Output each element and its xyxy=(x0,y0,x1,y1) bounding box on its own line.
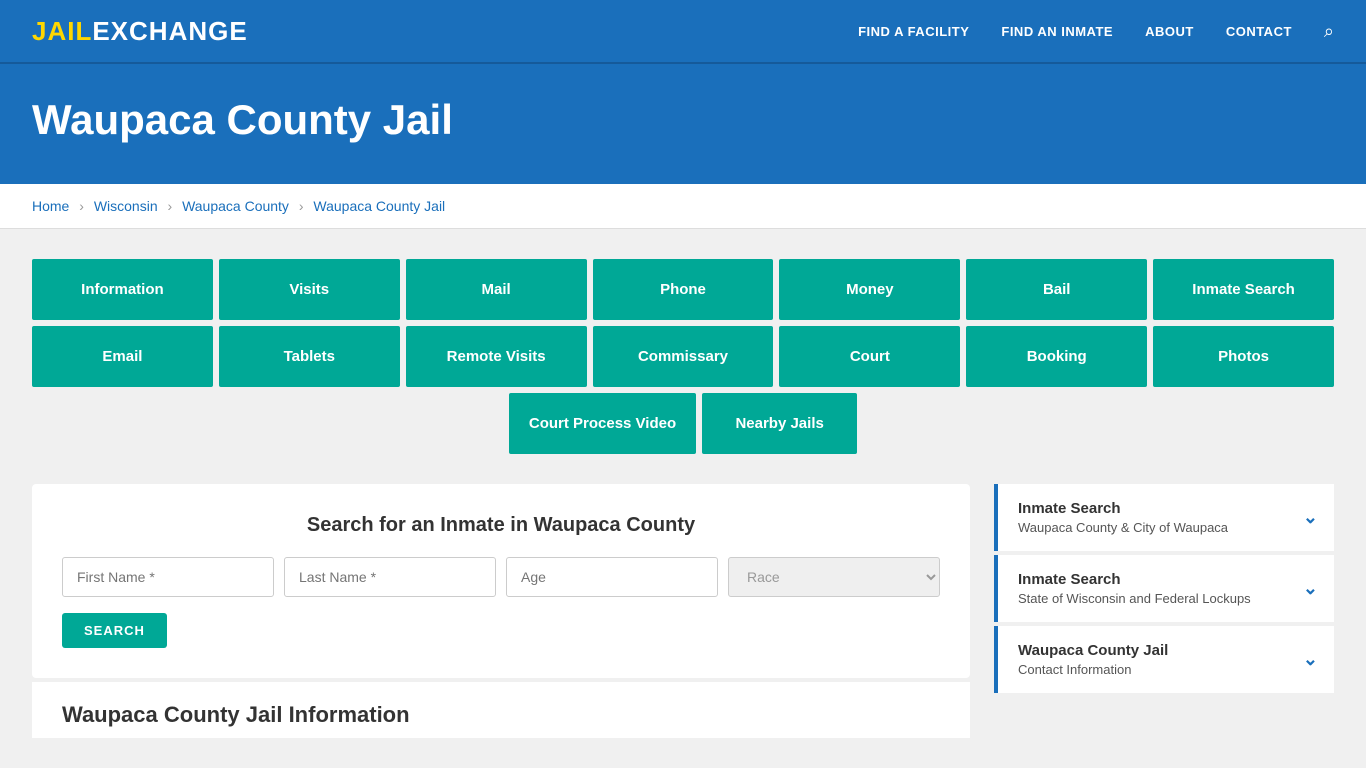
left-column: Search for an Inmate in Waupaca County R… xyxy=(32,484,970,738)
breadcrumb-waupaca-county[interactable]: Waupaca County xyxy=(182,198,289,214)
sidebar-item-1-subtitle: State of Wisconsin and Federal Lockups xyxy=(1018,591,1251,606)
inmate-info-section: Waupaca County Jail Information xyxy=(32,682,970,738)
breadcrumb-sep2: › xyxy=(168,198,173,214)
btn-court[interactable]: Court xyxy=(779,326,960,387)
breadcrumb-sep1: › xyxy=(79,198,84,214)
logo[interactable]: JAILEXCHANGE xyxy=(32,16,248,47)
btn-mail[interactable]: Mail xyxy=(406,259,587,320)
btn-visits[interactable]: Visits xyxy=(219,259,400,320)
btn-booking[interactable]: Booking xyxy=(966,326,1147,387)
btn-email[interactable]: Email xyxy=(32,326,213,387)
sidebar-item-1-title: Inmate Search xyxy=(1018,571,1251,588)
breadcrumb-waupaca-jail[interactable]: Waupaca County Jail xyxy=(313,198,445,214)
btn-commissary[interactable]: Commissary xyxy=(593,326,774,387)
logo-part1: JAIL xyxy=(32,16,92,46)
breadcrumb-wisconsin[interactable]: Wisconsin xyxy=(94,198,158,214)
sidebar-item-0-title: Inmate Search xyxy=(1018,500,1228,517)
nav-contact[interactable]: CONTACT xyxy=(1226,24,1292,39)
search-button[interactable]: SEARCH xyxy=(62,613,167,648)
button-row1: Information Visits Mail Phone Money Bail… xyxy=(32,259,1334,320)
btn-bail[interactable]: Bail xyxy=(966,259,1147,320)
sidebar-item-2-text: Waupaca County Jail Contact Information xyxy=(1018,642,1168,677)
search-fields: Race White Black Hispanic Asian Other xyxy=(62,557,940,597)
navbar: JAILEXCHANGE FIND A FACILITY FIND AN INM… xyxy=(0,0,1366,64)
button-row3: Court Process Video Nearby Jails xyxy=(32,393,1334,454)
nav-about[interactable]: ABOUT xyxy=(1145,24,1194,39)
btn-photos[interactable]: Photos xyxy=(1153,326,1334,387)
inmate-info-title: Waupaca County Jail Information xyxy=(62,702,940,728)
main-content: Information Visits Mail Phone Money Bail… xyxy=(0,229,1366,768)
btn-phone[interactable]: Phone xyxy=(593,259,774,320)
btn-inmate-search[interactable]: Inmate Search xyxy=(1153,259,1334,320)
bottom-section: Search for an Inmate in Waupaca County R… xyxy=(32,484,1334,738)
sidebar-item-0-subtitle: Waupaca County & City of Waupaca xyxy=(1018,520,1228,535)
chevron-down-icon-2: ⌄ xyxy=(1303,649,1318,670)
chevron-down-icon-1: ⌄ xyxy=(1303,578,1318,599)
first-name-input[interactable] xyxy=(62,557,274,597)
sidebar-item-2-title: Waupaca County Jail xyxy=(1018,642,1168,659)
nav-find-facility[interactable]: FIND A FACILITY xyxy=(858,24,969,39)
race-select[interactable]: Race White Black Hispanic Asian Other xyxy=(728,557,940,597)
sidebar: Inmate Search Waupaca County & City of W… xyxy=(994,484,1334,697)
btn-information[interactable]: Information xyxy=(32,259,213,320)
sidebar-item-1[interactable]: Inmate Search State of Wisconsin and Fed… xyxy=(994,555,1334,622)
button-row2: Email Tablets Remote Visits Commissary C… xyxy=(32,326,1334,387)
last-name-input[interactable] xyxy=(284,557,496,597)
sidebar-item-1-text: Inmate Search State of Wisconsin and Fed… xyxy=(1018,571,1251,606)
sidebar-item-0[interactable]: Inmate Search Waupaca County & City of W… xyxy=(994,484,1334,551)
btn-tablets[interactable]: Tablets xyxy=(219,326,400,387)
breadcrumb-sep3: › xyxy=(299,198,304,214)
btn-money[interactable]: Money xyxy=(779,259,960,320)
page-title: Waupaca County Jail xyxy=(32,96,1334,144)
btn-remote-visits[interactable]: Remote Visits xyxy=(406,326,587,387)
search-panel: Search for an Inmate in Waupaca County R… xyxy=(32,484,970,678)
chevron-down-icon-0: ⌄ xyxy=(1303,507,1318,528)
hero-section: Waupaca County Jail xyxy=(0,64,1366,184)
btn-court-process-video[interactable]: Court Process Video xyxy=(509,393,696,454)
nav-links: FIND A FACILITY FIND AN INMATE ABOUT CON… xyxy=(858,21,1334,42)
search-title: Search for an Inmate in Waupaca County xyxy=(62,514,940,537)
nav-find-inmate[interactable]: FIND AN INMATE xyxy=(1001,24,1113,39)
breadcrumb-home[interactable]: Home xyxy=(32,198,69,214)
age-input[interactable] xyxy=(506,557,718,597)
search-icon[interactable]: ⌕ xyxy=(1324,21,1334,42)
logo-part2: EXCHANGE xyxy=(92,16,247,46)
sidebar-item-2[interactable]: Waupaca County Jail Contact Information … xyxy=(994,626,1334,693)
breadcrumb: Home › Wisconsin › Waupaca County › Waup… xyxy=(0,184,1366,229)
sidebar-item-2-subtitle: Contact Information xyxy=(1018,662,1168,677)
btn-nearby-jails[interactable]: Nearby Jails xyxy=(702,393,857,454)
sidebar-item-0-text: Inmate Search Waupaca County & City of W… xyxy=(1018,500,1228,535)
